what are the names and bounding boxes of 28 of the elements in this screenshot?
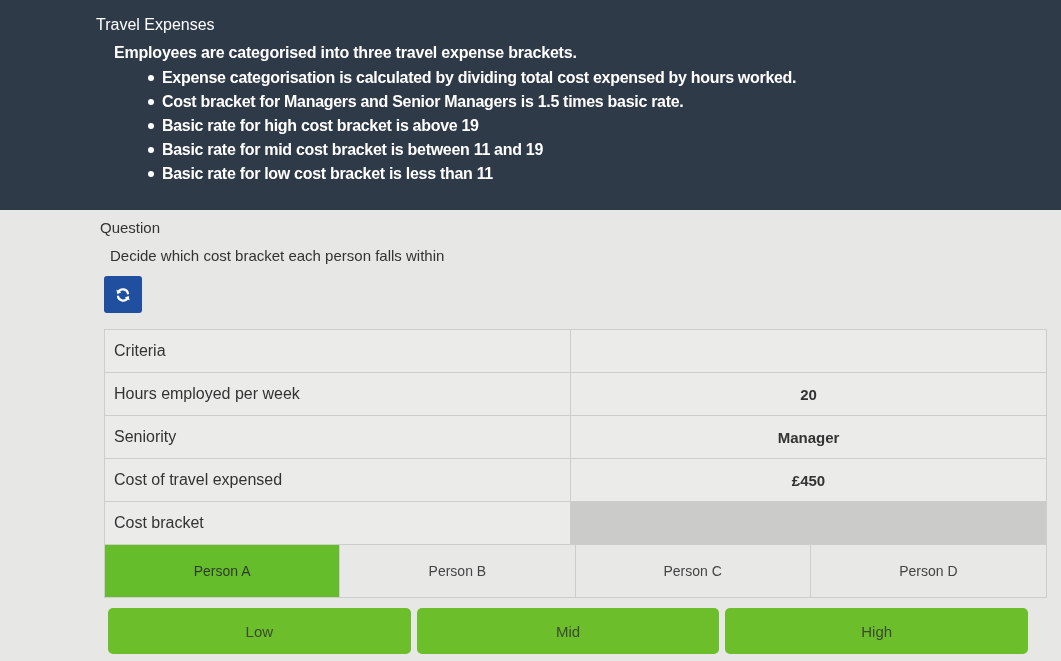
bullet-icon [148,147,154,153]
table-cell: 20 [571,373,1046,415]
table-cell: Manager [571,416,1046,458]
bullet-icon [148,171,154,177]
table-cell: Seniority [105,416,571,458]
question-text: Decide which cost bracket each person falls within [110,246,445,266]
bullet-text: Basic rate for low cost bracket is less than 11 [162,165,493,183]
person-tab[interactable]: Person A [105,545,341,597]
answer-button[interactable]: High [725,608,1028,654]
reset-button[interactable] [104,276,142,313]
bullet-text: Cost bracket for Managers and Senior Managers is 1.5 times basic rate. [162,93,684,111]
table-cell: £450 [571,459,1046,501]
intro-text: Employees are categorised into three travel expense brackets. [114,43,577,63]
bullet-text: Basic rate for high cost bracket is above 19 [162,117,479,135]
bullet-icon [148,123,154,129]
table-cell: Cost bracket [105,502,571,544]
bullet-text: Basic rate for mid cost bracket is between 11 and 19 [162,141,543,159]
question-label: Question [100,218,161,238]
table-cell: Cost of travel expensed [105,459,571,501]
answer-button[interactable]: Mid [416,608,720,654]
table-header-cell: Criteria [105,330,571,372]
section-title: Travel Expenses [96,15,215,35]
answer-button[interactable]: Low [108,608,411,654]
bullet-text: Expense categorisation is calculated by dividing total cost expensed by hours worked. [162,69,797,87]
bullet-icon [148,99,154,105]
refresh-icon [115,286,131,303]
table-cell: Hours employed per week [105,373,571,415]
bullet-icon [148,75,154,81]
